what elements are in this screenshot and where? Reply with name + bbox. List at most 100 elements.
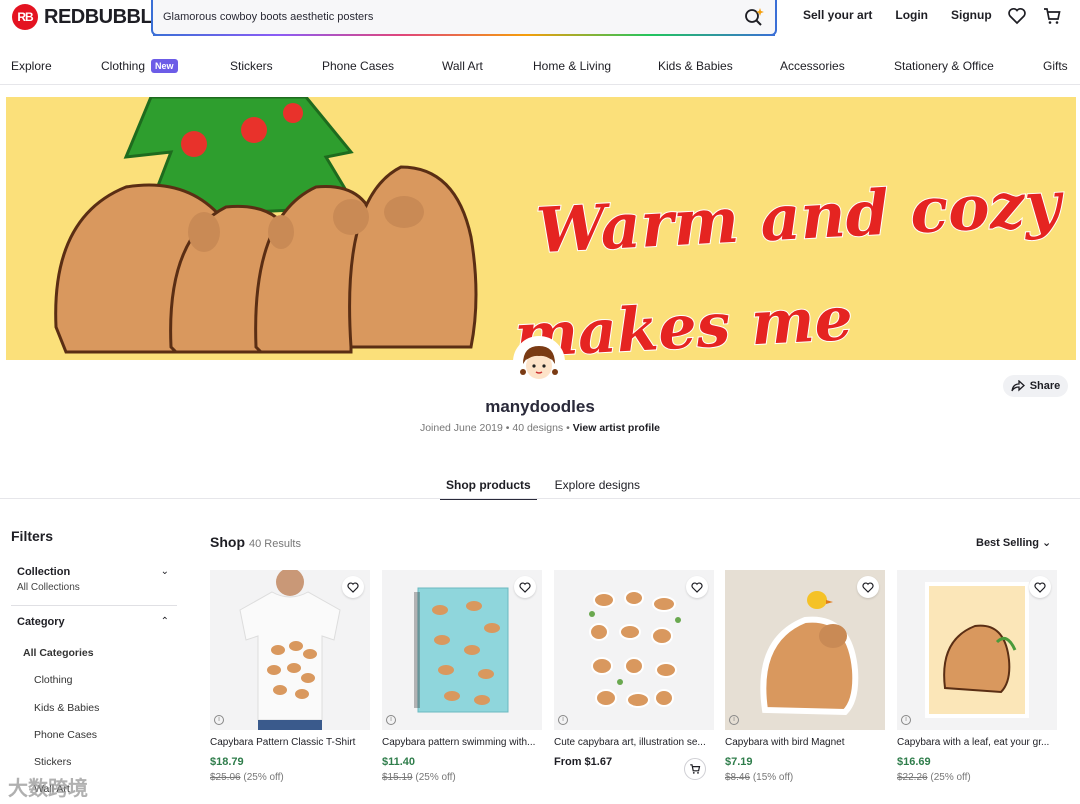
product-title[interactable]: Capybara with bird Magnet: [725, 737, 885, 748]
view-artist-profile-link[interactable]: View artist profile: [573, 422, 660, 434]
artist-avatar[interactable]: [513, 336, 565, 388]
search-input[interactable]: Glamorous cowboy boots aesthetic posters: [163, 11, 743, 23]
favorite-heart-icon[interactable]: [686, 576, 708, 598]
top-links: Sell your art Login Signup: [803, 8, 1015, 22]
product-price: $7.19: [725, 756, 753, 768]
product-title[interactable]: Capybara pattern swimming with...: [382, 737, 542, 748]
category-label: Category: [17, 616, 65, 628]
info-icon[interactable]: i: [214, 715, 224, 725]
chevron-up-icon: ⌃: [160, 616, 169, 627]
category-all[interactable]: All Categories: [23, 647, 94, 659]
info-icon[interactable]: i: [558, 715, 568, 725]
nav-accessories[interactable]: Accessories: [780, 59, 845, 73]
product-card[interactable]: i Capybara with a leaf, eat your gr... $…: [897, 570, 1057, 783]
product-price: $16.69: [897, 756, 931, 768]
search-rainbow-border: [153, 34, 775, 36]
favorite-heart-icon[interactable]: [857, 576, 879, 598]
category-phone-cases[interactable]: Phone Cases: [34, 729, 97, 741]
discount: (15% off): [752, 772, 794, 783]
capybara-illustration: [54, 97, 478, 354]
nav-phone-cases[interactable]: Phone Cases: [322, 59, 394, 73]
artist-meta: Joined June 2019 • 40 designs • View art…: [419, 422, 661, 434]
original-price: $25.06: [210, 772, 241, 783]
collection-filter[interactable]: Collection All Collections ⌄: [11, 566, 177, 606]
collection-value: All Collections: [17, 582, 80, 593]
collection-label: Collection: [17, 566, 71, 578]
nav-clothing-label: Clothing: [101, 59, 146, 73]
product-card[interactable]: i Capybara Pattern Classic T-Shirt $18.7…: [210, 570, 370, 783]
category-clothing[interactable]: Clothing: [34, 674, 73, 686]
cart-icon: [690, 764, 701, 774]
add-to-cart-button[interactable]: [684, 758, 706, 780]
search-bar[interactable]: Glamorous cowboy boots aesthetic posters: [151, 0, 777, 36]
shop-title: Shop 40 Results: [210, 534, 301, 550]
discount: (25% off): [415, 772, 456, 783]
product-title[interactable]: Cute capybara art, illustration se...: [554, 737, 714, 748]
category-stickers[interactable]: Stickers: [34, 756, 71, 768]
logo[interactable]: RB REDBUBBLE: [12, 4, 166, 30]
watermark: 大数跨境: [8, 778, 88, 800]
chevron-down-icon: ⌄: [1042, 537, 1052, 549]
nav-clothing[interactable]: Clothing New: [101, 59, 178, 73]
favorite-heart-icon[interactable]: [342, 576, 364, 598]
profile-tabs: Shop products Explore designs: [440, 478, 640, 500]
share-button[interactable]: Share: [1003, 375, 1068, 397]
banner-headline-2: makes me cappy!: [512, 283, 856, 360]
new-badge: New: [151, 59, 178, 73]
sort-dropdown[interactable]: Best Selling ⌄: [976, 536, 1051, 549]
shop-title-label: Shop: [210, 534, 245, 550]
category-filter[interactable]: Category ⌃: [11, 616, 177, 628]
original-price: $22.26: [897, 772, 928, 783]
tab-explore-designs[interactable]: Explore designs: [555, 478, 640, 500]
nav-stationery-office[interactable]: Stationery & Office: [894, 59, 994, 73]
product-card[interactable]: i Capybara with bird Magnet $7.19 $8.46 …: [725, 570, 885, 783]
product-old-price: $25.06 (25% off): [210, 772, 370, 783]
filters-title: Filters: [11, 528, 54, 544]
favorite-heart-icon[interactable]: [1029, 576, 1051, 598]
chevron-down-icon: ⌄: [160, 566, 169, 577]
favorite-heart-icon[interactable]: [514, 576, 536, 598]
artist-name: manydoodles: [485, 397, 595, 416]
info-icon[interactable]: i: [386, 715, 396, 725]
artist-avatar-image: [515, 338, 563, 386]
search-icon[interactable]: [743, 6, 765, 28]
cart-icon[interactable]: [1042, 6, 1062, 26]
product-image[interactable]: i: [725, 570, 885, 730]
product-card[interactable]: i Capybara pattern swimming with... $11.…: [382, 570, 542, 783]
product-old-price: $8.46 (15% off): [725, 772, 885, 783]
design-count: 40 designs: [512, 422, 564, 434]
category-kids-babies[interactable]: Kids & Babies: [34, 702, 99, 714]
share-label: Share: [1029, 380, 1061, 392]
product-old-price: $22.26 (25% off): [897, 772, 1057, 783]
signup-link[interactable]: Signup: [951, 8, 992, 22]
logo-mark: RB: [12, 4, 38, 30]
nav-gifts[interactable]: Gifts: [1043, 59, 1068, 73]
product-title[interactable]: Capybara Pattern Classic T-Shirt: [210, 737, 370, 748]
product-image[interactable]: i: [210, 570, 370, 730]
heart-icon[interactable]: [1007, 6, 1027, 26]
product-price: $18.79: [210, 756, 244, 768]
info-icon[interactable]: i: [901, 715, 911, 725]
sell-your-art-link[interactable]: Sell your art: [803, 8, 872, 22]
nav-wall-art[interactable]: Wall Art: [442, 59, 483, 73]
tab-shop-products[interactable]: Shop products: [440, 478, 537, 500]
product-card[interactable]: i Cute capybara art, illustration se... …: [554, 570, 714, 780]
product-title[interactable]: Capybara with a leaf, eat your gr...: [897, 737, 1057, 748]
result-count: 40 Results: [249, 538, 301, 550]
product-image[interactable]: i: [382, 570, 542, 730]
nav-stickers[interactable]: Stickers: [230, 59, 273, 73]
logo-text: REDBUBBLE: [44, 5, 166, 28]
artist-banner: Warm and cozy makes me cappy!: [6, 97, 1076, 360]
login-link[interactable]: Login: [895, 8, 928, 22]
sort-label: Best Selling: [976, 537, 1039, 549]
product-image[interactable]: i: [897, 570, 1057, 730]
tabs-divider: [0, 498, 1080, 499]
info-icon[interactable]: i: [729, 715, 739, 725]
nav-home-living[interactable]: Home & Living: [533, 59, 611, 73]
nav-divider: [0, 84, 1080, 85]
product-image[interactable]: i: [554, 570, 714, 730]
share-icon: [1011, 380, 1025, 392]
original-price: $8.46: [725, 772, 751, 783]
nav-kids-babies[interactable]: Kids & Babies: [658, 59, 733, 73]
nav-explore[interactable]: Explore: [11, 59, 52, 73]
